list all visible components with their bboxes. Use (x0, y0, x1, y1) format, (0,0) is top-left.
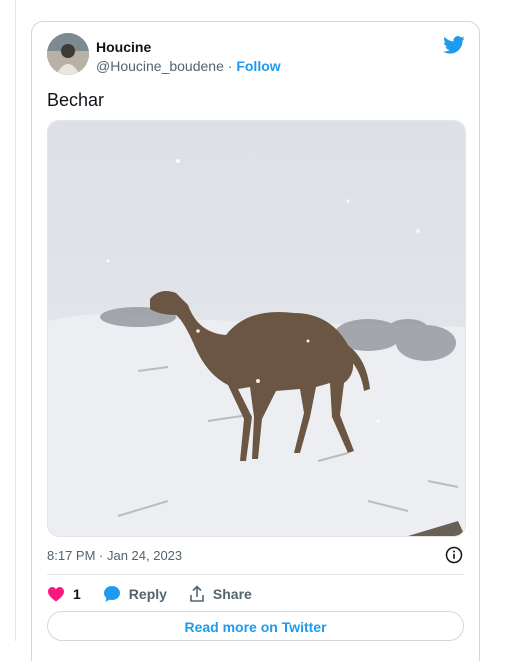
author-handle[interactable]: @Houcine_boudene (96, 58, 224, 74)
like-button[interactable]: 1 (47, 586, 81, 602)
like-count: 1 (73, 586, 81, 602)
tweet-timestamp[interactable]: 8:17 PM · Jan 24, 2023 (47, 548, 182, 563)
reply-bubble-icon (103, 586, 120, 602)
info-icon[interactable] (445, 546, 463, 564)
page-divider-line (15, 0, 16, 641)
avatar[interactable] (47, 33, 89, 75)
heart-icon (48, 587, 64, 602)
follow-link[interactable]: Follow (236, 58, 280, 74)
reply-button[interactable]: Reply (103, 585, 167, 603)
separator-dot: · (227, 58, 233, 74)
author-handle-line: @Houcine_boudene · Follow (96, 58, 281, 74)
twitter-bird-icon[interactable] (443, 36, 465, 54)
action-divider (47, 574, 464, 575)
camel-in-snow-video-thumbnail-icon (48, 121, 465, 536)
tweet-text: Bechar (47, 90, 105, 110)
author-name[interactable]: Houcine (96, 39, 151, 55)
tweet-actions: 1 Reply Share (47, 583, 274, 605)
share-label: Share (212, 586, 252, 602)
tweet-media[interactable] (47, 120, 466, 537)
embedded-tweet-card[interactable]: Houcine @Houcine_boudene · Follow Bechar (31, 21, 480, 661)
share-button[interactable]: Share (189, 585, 252, 603)
user-avatar-icon (47, 33, 89, 75)
reply-label: Reply (128, 586, 167, 602)
share-upload-icon (190, 585, 204, 602)
read-more-button[interactable]: Read more on Twitter (47, 611, 464, 641)
